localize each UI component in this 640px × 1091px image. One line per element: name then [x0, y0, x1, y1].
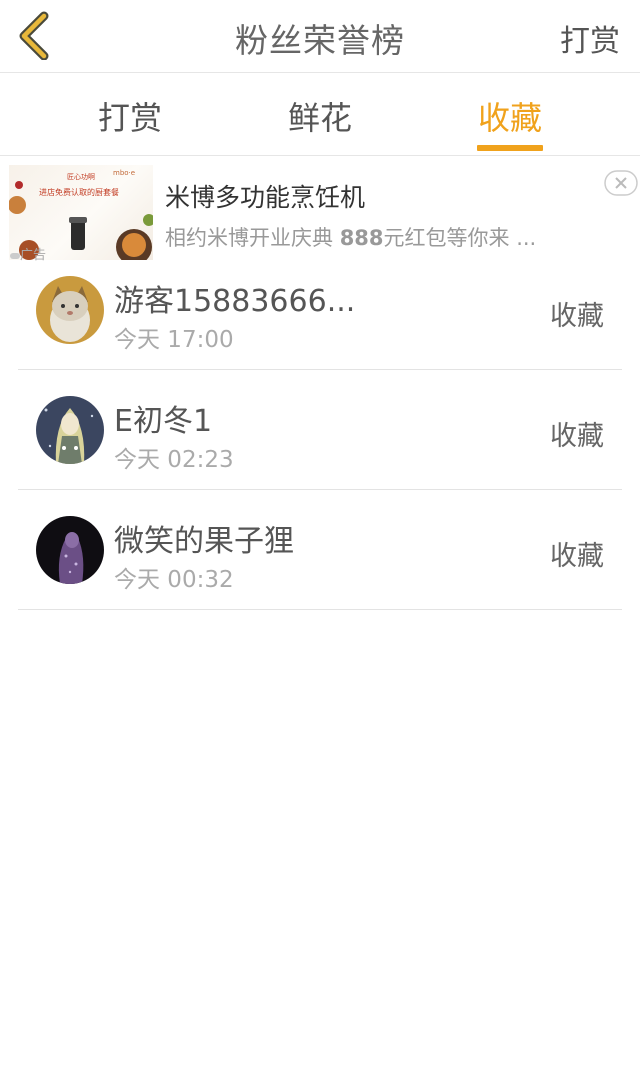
- page-title: 粉丝荣誉榜: [235, 21, 405, 60]
- svg-text:mbo·e: mbo·e: [113, 169, 135, 177]
- ad-description: 相约米博开业庆典 888元红包等你来 ...: [165, 226, 537, 250]
- list-item[interactable]: E初冬1 今天 02:23 收藏: [18, 370, 622, 490]
- user-name: 游客15883666...: [114, 284, 356, 319]
- user-name: E初冬1: [114, 404, 213, 439]
- ad-title: 米博多功能烹饪机: [165, 183, 366, 212]
- tab-favorites[interactable]: 收藏: [450, 93, 570, 139]
- svg-text:进店免费认取的厨套餐: 进店免费认取的厨套餐: [39, 187, 119, 197]
- list-item[interactable]: 微笑的果子狸 今天 00:32 收藏: [18, 490, 622, 610]
- reward-button[interactable]: 打赏: [560, 16, 620, 60]
- active-tab-indicator: [477, 145, 543, 151]
- list-item[interactable]: 游客15883666... 今天 17:00 收藏: [18, 250, 622, 370]
- avatar: [36, 516, 104, 584]
- svg-text:匠心功啊: 匠心功啊: [67, 172, 95, 181]
- ad-banner[interactable]: 匠心功啊 进店免费认取的厨套餐 mbo·e 米博多功能烹饪机 相约米博开业庆典 …: [0, 160, 640, 260]
- top-bar: 粉丝荣誉榜 打赏: [0, 0, 640, 73]
- ad-close-button[interactable]: [604, 170, 638, 196]
- close-icon: [604, 170, 638, 196]
- tab-flowers[interactable]: 鲜花: [260, 93, 380, 139]
- purple-figure-avatar-icon: [36, 516, 104, 584]
- timestamp: 今天 02:23: [114, 447, 234, 473]
- timestamp: 今天 00:32: [114, 567, 234, 593]
- user-name: 微笑的果子狸: [114, 524, 294, 559]
- favorite-label: 收藏: [550, 421, 604, 452]
- favorite-label: 收藏: [550, 541, 604, 572]
- avatar: [36, 276, 104, 344]
- favorite-label: 收藏: [550, 301, 604, 332]
- tab-reward[interactable]: 打赏: [70, 93, 190, 139]
- cat-avatar-icon: [36, 276, 104, 344]
- anime-girl-avatar-icon: [36, 396, 104, 464]
- timestamp: 今天 17:00: [114, 327, 234, 353]
- avatar: [36, 396, 104, 464]
- tab-bar: 打赏 鲜花 收藏: [0, 73, 640, 156]
